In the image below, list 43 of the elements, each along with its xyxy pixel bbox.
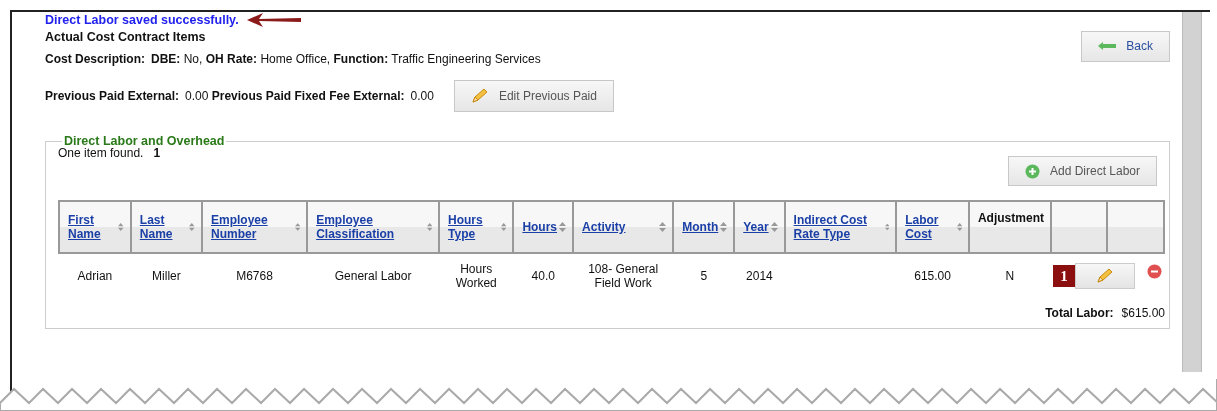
column-header-link[interactable]: Activity: [582, 220, 626, 234]
delete-icon[interactable]: [1146, 263, 1162, 279]
table-cell: Hours Worked: [455, 262, 497, 290]
column-header-link[interactable]: Last Name: [139, 213, 188, 241]
edit-previous-paid-button[interactable]: Edit Previous Paid: [453, 80, 614, 112]
add-icon: [1024, 163, 1040, 179]
column-header-link[interactable]: First Name: [68, 213, 117, 241]
column-header-link[interactable]: Indirect Cost Rate Type: [793, 213, 883, 241]
table-cell: 40.0: [531, 269, 555, 283]
section-legend: Direct Labor and Overhead: [62, 134, 227, 148]
pencil-icon: [470, 88, 489, 104]
previous-paid-info: Previous Paid External: 0.00 Previous Paid Fixed Fee External: 0.00: [45, 89, 434, 103]
scrollbar[interactable]: [1182, 12, 1202, 372]
table-cell: 5: [700, 269, 708, 283]
back-arrow-icon: [1098, 42, 1117, 50]
edit-button[interactable]: [1074, 263, 1135, 289]
add-direct-labor-button[interactable]: Add Direct Labor: [1007, 156, 1157, 186]
page-title: Actual Cost Contract Items: [45, 30, 207, 44]
cost-description: Cost Description: DBE: No, OH Rate: Home Office, Function: Traffic Engineering Services: [45, 52, 541, 66]
column-header-link[interactable]: Hours: [522, 220, 558, 234]
item-count: One item found.: [58, 146, 144, 160]
pencil-icon: [1095, 268, 1114, 284]
page-number[interactable]: 1: [153, 146, 1008, 160]
table-cell: 615.00: [914, 269, 951, 283]
table-cell: M6768: [236, 269, 273, 283]
table-cell: General Labor: [334, 269, 412, 283]
callout-badge: 1: [1052, 265, 1075, 287]
total-labor: Total Labor: $615.00: [1044, 306, 1165, 320]
success-message: Direct Labor saved successfully.: [45, 13, 239, 27]
column-header-link[interactable]: Employee Classification: [316, 213, 425, 241]
column-header-link[interactable]: Hours Type: [448, 213, 499, 241]
callout-arrow-icon: [246, 12, 303, 28]
column-header-link[interactable]: Employee Number: [211, 213, 293, 241]
column-label: Adjustment: [977, 211, 1044, 225]
column-header-link[interactable]: Year: [743, 220, 769, 234]
table-cell: Miller: [152, 269, 181, 283]
column-header-link[interactable]: Month: [682, 220, 719, 234]
table-cell: 108- General Field Work: [588, 262, 659, 290]
table-cell: 2014: [746, 269, 773, 283]
table-cell: N: [1005, 269, 1015, 283]
back-button[interactable]: Back: [1081, 30, 1170, 62]
table-cell: Adrian: [77, 269, 113, 283]
column-header-link[interactable]: Labor Cost: [905, 213, 955, 241]
